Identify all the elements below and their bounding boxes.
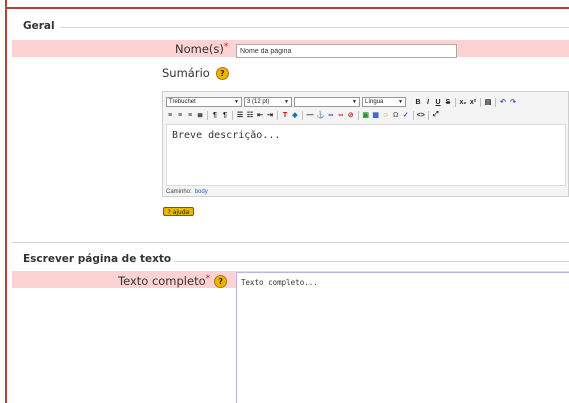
text-color-icon[interactable]: T	[281, 110, 289, 120]
path-body-link[interactable]: body	[195, 189, 208, 195]
toolbar-divider	[357, 110, 359, 120]
special-char-icon[interactable]: Ω	[392, 110, 400, 120]
bg-color-icon[interactable]: ◈	[291, 110, 299, 120]
undo-icon[interactable]: ↶	[499, 97, 507, 107]
editor-toolbar-row-2: ≡ ≡ ≡ ≣ ¶ ¶ ☰ ☷ ⇤ ⇥ T ◈ — ⚓ ∞ ∞ ⊘ ▣ ▦ ☺ …	[166, 109, 440, 121]
chevron-down-icon: ▼	[398, 99, 403, 105]
smiley-icon[interactable]: ☺	[382, 110, 390, 120]
align-right-icon[interactable]: ≡	[186, 110, 194, 120]
unordered-list-icon[interactable]: ☷	[246, 110, 254, 120]
name-input[interactable]	[236, 44, 457, 58]
section-legend-text-page: Escrever página de texto	[20, 253, 175, 265]
align-center-icon[interactable]: ≡	[176, 110, 184, 120]
html-editor: Trebuchet ▼ 3 (12 pt) ▼ ▼ Língua ▼ B I U S …	[162, 91, 569, 197]
toolbar-divider	[480, 97, 481, 107]
language-select[interactable]: Língua ▼	[362, 97, 406, 107]
editor-path-bar: Caminho: body	[166, 187, 566, 196]
editor-help-button[interactable]: ? ajuda	[163, 207, 194, 216]
toolbar-divider	[455, 97, 456, 107]
section-legend-general: Geral	[20, 20, 58, 32]
font-size-value: 3 (12 pt)	[247, 99, 270, 105]
required-mark: *	[205, 274, 211, 284]
full-text-label-text: Texto completo	[118, 274, 206, 288]
name-label-text: Nome(s)	[175, 42, 224, 56]
toolbar-divider	[302, 110, 303, 120]
toolbar-divider	[427, 110, 429, 120]
bold-button[interactable]: B	[414, 97, 422, 107]
chevron-down-icon: ▼	[352, 99, 357, 105]
outdent-icon[interactable]: ⇤	[256, 110, 264, 120]
help-icon[interactable]: ?	[215, 67, 229, 80]
font-family-select[interactable]: Trebuchet ▼	[166, 97, 242, 107]
toolbar-divider	[232, 110, 233, 120]
html-source-icon[interactable]: <>	[417, 110, 425, 120]
clean-format-button[interactable]: ▤	[484, 97, 492, 107]
fullscreen-icon[interactable]: ⤢	[432, 110, 440, 120]
summary-label-text: Sumário	[162, 66, 210, 80]
table-icon[interactable]: ▦	[372, 110, 380, 120]
editor-content-area[interactable]: Breve descrição...	[166, 124, 566, 186]
editor-toolbar-row-1: Trebuchet ▼ 3 (12 pt) ▼ ▼ Língua ▼ B I U S …	[166, 96, 517, 108]
toolbar-divider	[412, 110, 414, 120]
align-left-icon[interactable]: ≡	[166, 110, 174, 120]
required-mark: *	[223, 42, 229, 52]
justify-icon[interactable]: ≣	[196, 110, 204, 120]
hr-icon[interactable]: —	[306, 110, 314, 120]
language-value: Língua	[365, 99, 384, 105]
chevron-down-icon: ▼	[234, 99, 239, 105]
help-icon[interactable]: ?	[214, 275, 228, 288]
name-label: Nome(s)*	[175, 42, 228, 56]
editor-content-text: Breve descrição...	[172, 130, 281, 141]
nolink-icon[interactable]: ⊘	[347, 110, 355, 120]
window-left-border	[0, 0, 7, 403]
subscript-button[interactable]: x₂	[459, 97, 467, 107]
italic-button[interactable]: I	[424, 97, 432, 107]
toolbar-divider	[277, 110, 278, 120]
rtl-icon[interactable]: ¶	[221, 110, 229, 120]
font-size-select[interactable]: 3 (12 pt) ▼	[244, 97, 292, 107]
summary-label: Sumário?	[162, 66, 229, 80]
window-top-border	[0, 7, 569, 9]
toolbar-divider	[207, 110, 208, 120]
full-text-textarea[interactable]: Texto completo...	[236, 272, 569, 403]
link-icon[interactable]: ∞	[327, 110, 335, 120]
superscript-button[interactable]: x²	[469, 97, 477, 107]
strikethrough-button[interactable]: S	[444, 97, 452, 107]
font-family-value: Trebuchet	[169, 99, 196, 105]
section-divider-general	[60, 27, 569, 28]
image-icon[interactable]: ▣	[362, 110, 370, 120]
spellcheck-icon[interactable]: ✓	[402, 110, 410, 120]
full-text-label: Texto completo*?	[118, 274, 228, 288]
indent-icon[interactable]: ⇥	[266, 110, 274, 120]
toolbar-divider	[495, 97, 496, 107]
chevron-down-icon: ▼	[284, 99, 289, 105]
ltr-icon[interactable]: ¶	[211, 110, 219, 120]
unlink-icon[interactable]: ∞	[337, 110, 345, 120]
anchor-icon[interactable]: ⚓	[316, 110, 325, 120]
redo-icon[interactable]: ↷	[509, 97, 517, 107]
section-divider-text-page	[12, 242, 569, 243]
ordered-list-icon[interactable]: ☰	[236, 110, 244, 120]
section-divider-text-page-2	[170, 261, 569, 262]
path-label: Caminho:	[166, 188, 192, 195]
underline-button[interactable]: U	[434, 97, 442, 107]
style-select[interactable]: ▼	[294, 97, 360, 107]
